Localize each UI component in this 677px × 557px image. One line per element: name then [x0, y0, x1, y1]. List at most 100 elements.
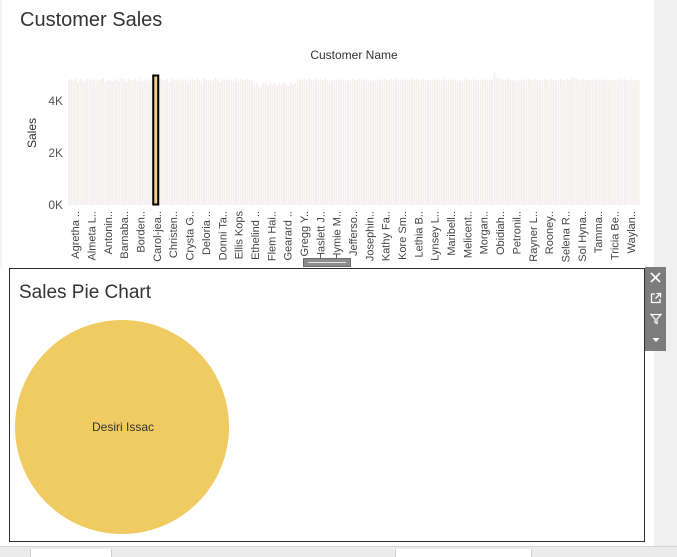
customer-bar[interactable] [395, 78, 397, 205]
customer-bar[interactable] [555, 79, 558, 205]
customer-bar[interactable] [484, 79, 487, 205]
customer-bar[interactable] [205, 79, 208, 205]
customer-bar[interactable] [344, 80, 347, 205]
customer-bar[interactable] [482, 80, 484, 206]
customer-bar[interactable] [79, 78, 82, 205]
customer-bar[interactable] [461, 80, 464, 205]
customer-bar[interactable] [511, 79, 514, 205]
customer-bar[interactable] [383, 78, 386, 205]
customer-bar[interactable] [390, 79, 393, 205]
customer-bar[interactable] [532, 80, 535, 205]
customer-bar[interactable] [559, 78, 562, 205]
customer-bar[interactable] [630, 79, 633, 205]
customer-bar[interactable] [440, 80, 443, 205]
customer-bar[interactable] [214, 78, 217, 205]
customer-bar[interactable] [241, 79, 244, 205]
customer-bar[interactable] [468, 79, 471, 205]
customer-bar[interactable] [120, 78, 123, 205]
customer-bar[interactable] [598, 79, 601, 205]
customer-bar[interactable] [438, 79, 441, 205]
sales-pie-chart-sheet[interactable]: Sales Pie Chart Desiri Issac [9, 268, 645, 542]
customer-bar[interactable] [367, 80, 370, 205]
customer-bar[interactable] [402, 80, 404, 205]
customer-bar[interactable] [587, 79, 590, 205]
customer-bar[interactable] [287, 85, 290, 205]
customer-bar[interactable] [315, 78, 317, 205]
customer-bar[interactable] [164, 80, 166, 205]
customer-bar[interactable] [434, 80, 436, 206]
customer-bar[interactable] [219, 81, 221, 205]
customer-bar[interactable] [612, 80, 615, 206]
customer-bar[interactable] [136, 80, 139, 205]
customer-bar[interactable] [411, 78, 413, 205]
customer-bar[interactable] [491, 79, 494, 205]
customer-bar[interactable] [388, 80, 391, 205]
customer-bar[interactable] [585, 80, 587, 205]
customer-bar[interactable] [70, 79, 73, 205]
customer-bar[interactable] [509, 79, 512, 205]
customer-bar[interactable] [285, 84, 288, 205]
customer-bar[interactable] [216, 79, 219, 205]
customer-bar[interactable] [358, 79, 361, 205]
customer-bar[interactable] [104, 81, 107, 205]
customer-bar[interactable] [161, 79, 164, 205]
customer-bar[interactable] [635, 79, 638, 205]
customer-bar[interactable] [557, 80, 560, 205]
customer-bar[interactable] [633, 80, 635, 205]
customer-bar[interactable] [294, 83, 297, 206]
customer-bar[interactable] [424, 80, 427, 205]
customer-bar[interactable] [264, 83, 267, 206]
customer-bar[interactable] [81, 80, 84, 206]
customer-bar[interactable] [548, 80, 551, 205]
customer-bar[interactable] [251, 79, 253, 205]
customer-bar[interactable] [573, 77, 576, 205]
customer-bar[interactable] [404, 79, 407, 205]
customer-bar[interactable] [569, 80, 571, 206]
customer-bar[interactable] [356, 79, 359, 205]
customer-bar[interactable] [93, 78, 95, 205]
customer-bar[interactable] [141, 80, 143, 205]
customer-bar[interactable] [541, 80, 544, 205]
customer-bar[interactable] [477, 80, 480, 205]
customer-bar[interactable] [445, 80, 448, 205]
remove-from-dashboard-button[interactable] [645, 267, 666, 288]
customer-bar[interactable] [283, 82, 285, 205]
customer-bar[interactable] [399, 79, 402, 205]
customer-bar[interactable] [196, 79, 198, 205]
more-options-button[interactable] [645, 329, 666, 350]
customer-bar[interactable] [193, 80, 196, 205]
customer-bar[interactable] [191, 78, 194, 205]
customer-bar[interactable] [223, 80, 226, 206]
customer-bar[interactable] [562, 79, 564, 205]
customer-bar[interactable] [351, 78, 354, 205]
customer-bar[interactable] [221, 78, 224, 205]
customer-bar[interactable] [333, 80, 336, 206]
customer-bar[interactable] [507, 78, 510, 205]
customer-bar[interactable] [553, 80, 555, 206]
customer-bar[interactable] [610, 79, 612, 205]
customer-bar[interactable] [308, 78, 310, 205]
customer-bar[interactable] [470, 80, 473, 205]
customer-bar[interactable] [408, 80, 411, 205]
horizontal-scroll-handle[interactable] [303, 258, 351, 267]
customer-bar[interactable] [276, 86, 278, 205]
customer-bar[interactable] [626, 80, 629, 206]
customer-bar[interactable] [77, 82, 79, 205]
customer-bar[interactable] [456, 80, 459, 205]
customer-bar[interactable] [159, 78, 162, 205]
customer-bar[interactable] [170, 78, 173, 205]
customer-bar[interactable] [180, 78, 182, 205]
customer-bar[interactable] [594, 78, 596, 205]
customer-bar[interactable] [232, 80, 235, 205]
customer-bar[interactable] [262, 82, 265, 205]
customer-bar[interactable] [305, 80, 308, 205]
customer-bar[interactable] [534, 78, 537, 205]
customer-bar[interactable] [109, 80, 111, 205]
customer-bar[interactable] [436, 79, 439, 205]
customer-bar[interactable] [475, 79, 477, 205]
customer-bar[interactable] [479, 79, 482, 205]
customer-bar[interactable] [148, 81, 150, 205]
customer-bar[interactable] [168, 81, 171, 205]
customer-bar[interactable] [537, 80, 539, 206]
go-to-sheet-button[interactable] [645, 287, 666, 308]
